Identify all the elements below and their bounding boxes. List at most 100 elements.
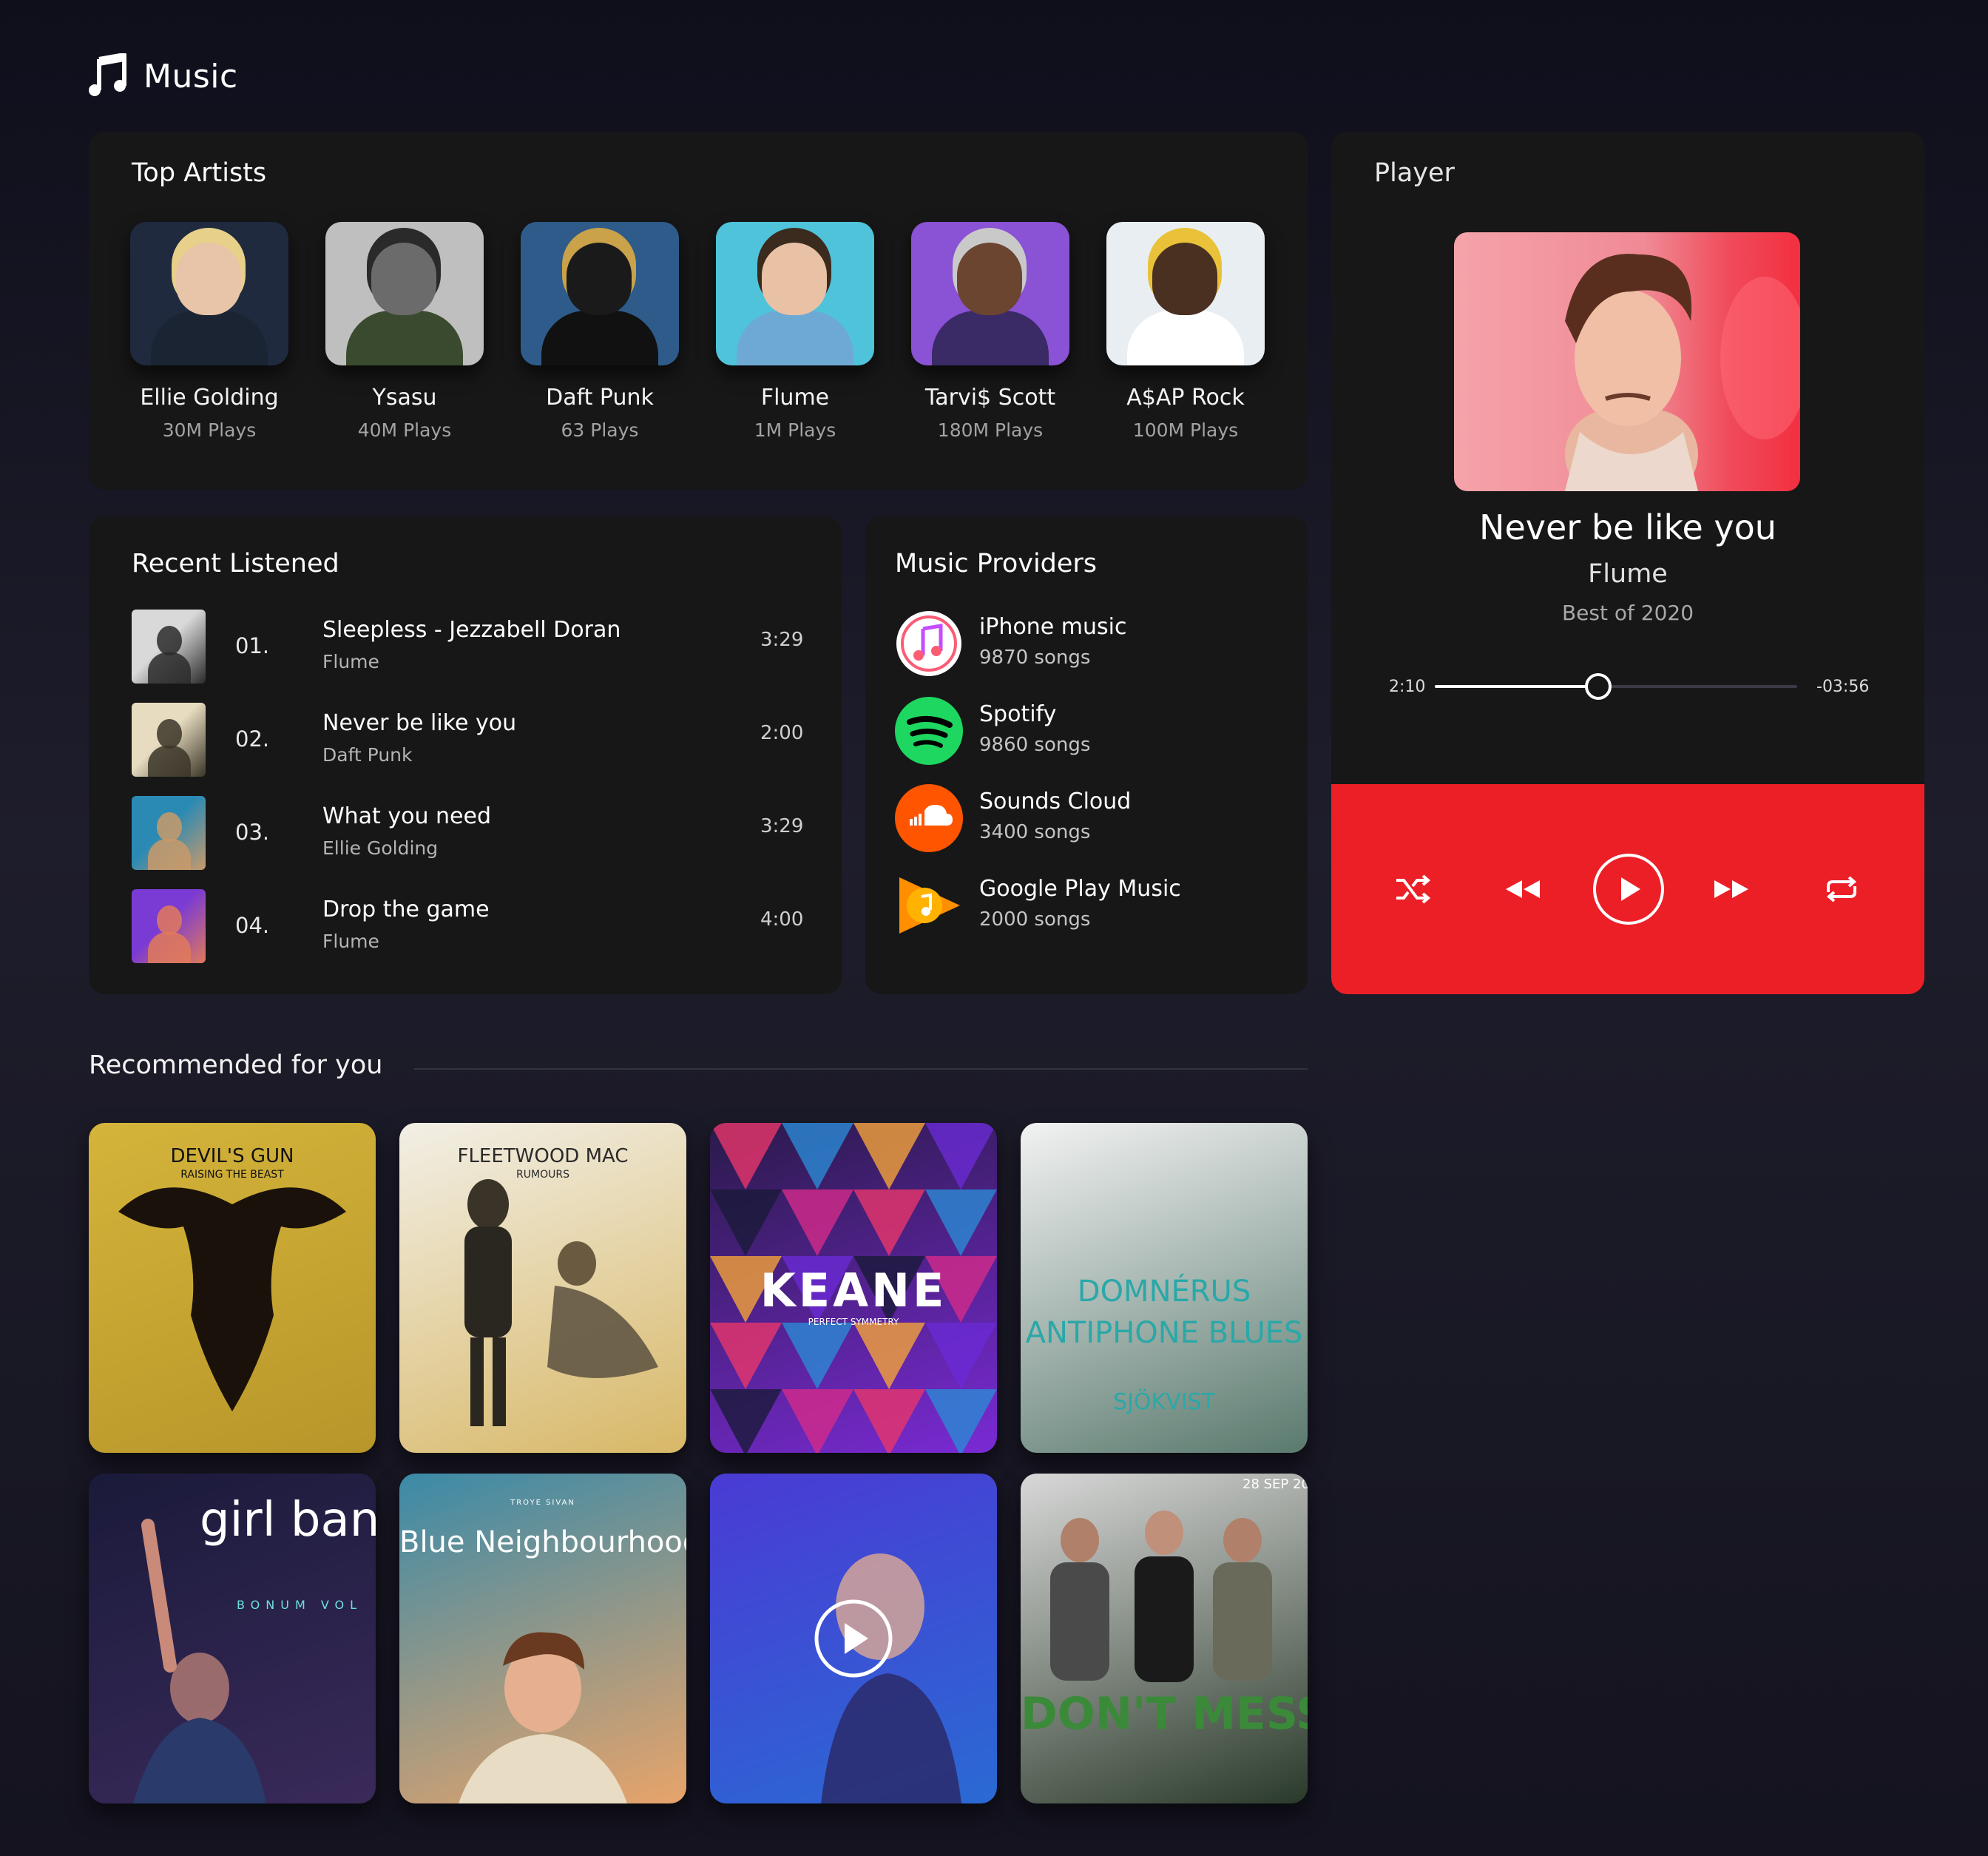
album-card[interactable]: [710, 1474, 997, 1803]
album-title: DON'T MESS: [1021, 1688, 1308, 1740]
artist-card[interactable]: Daft Punk 63 Plays: [521, 222, 679, 441]
artist-plays: 100M Plays: [1132, 419, 1239, 441]
artists-row: Ellie Golding 30M Plays Ysasu 40M Plays Daft…: [130, 222, 1265, 441]
album-card[interactable]: DEVIL'S GUN RAISING THE BEAST: [89, 1123, 376, 1453]
track-number: 01.: [235, 633, 270, 658]
track-number: 03.: [235, 820, 270, 845]
artist-card[interactable]: Flume 1M Plays: [716, 222, 874, 441]
play-button[interactable]: [1593, 854, 1664, 925]
artist-card[interactable]: Ysasu 40M Plays: [325, 222, 484, 441]
player-title: Player: [1374, 158, 1455, 188]
track-artist: Flume: [322, 931, 379, 952]
artist-photo: [325, 222, 484, 365]
recent-listened-card: Recent Listened 01. Sleepless - Jezzabell…: [89, 516, 842, 994]
progress-knob[interactable]: [1584, 673, 1612, 700]
album-subtitle: PERFECT SYMMETRY: [808, 1317, 899, 1327]
shuffle-icon: [1396, 874, 1431, 904]
provider-song-count: 9870 songs: [979, 647, 1091, 669]
album-subtitle: RAISING THE BEAST: [180, 1169, 284, 1181]
artist-card[interactable]: Tarvi$ Scott 180M Plays: [911, 222, 1069, 441]
playback-controls: [1331, 784, 1924, 994]
progress-slider[interactable]: [1435, 673, 1797, 700]
artist-name: Ysasu: [372, 385, 437, 411]
recommended-divider: [414, 1068, 1308, 1070]
track-thumbnail: [132, 796, 206, 870]
artist-name: Flume: [760, 385, 830, 411]
track-duration: 4:00: [760, 908, 804, 931]
provider-name: iPhone music: [979, 614, 1127, 640]
album-card[interactable]: DON'T MESS 28 SEP 2018: [1021, 1474, 1308, 1803]
album-subtitle: SJÖKVIST: [1113, 1389, 1215, 1415]
now-playing-song: Never be like you: [1479, 507, 1776, 547]
track-duration: 3:29: [760, 629, 804, 651]
album-subtitle: BONUM VOL: [236, 1598, 362, 1612]
track-title: Never be like you: [322, 710, 517, 736]
top-artists-card: Top Artists Ellie Golding 30M Plays Ysasu 4…: [89, 132, 1308, 490]
track-number: 02.: [235, 726, 270, 752]
album-card[interactable]: DOMNÉRUS ANTIPHONE BLUES SJÖKVIST: [1021, 1123, 1308, 1453]
track-row[interactable]: 01. Sleepless - Jezzabell Doran Flume 3:29: [132, 608, 812, 685]
track-duration: 2:00: [760, 722, 804, 744]
album-title: KEANE: [760, 1263, 947, 1317]
play-icon: [1621, 877, 1640, 901]
artist-card[interactable]: A$AP Rock 100M Plays: [1106, 222, 1265, 441]
track-number: 04.: [235, 913, 270, 938]
track-row[interactable]: 02. Never be like you Daft Punk 2:00: [132, 701, 812, 778]
album-title: Blue Neighbourhood: [399, 1525, 686, 1559]
album-title: DOMNÉRUS ANTIPHONE BLUES: [1025, 1275, 1303, 1350]
player-card: Player Never be like you Flume Best of 2…: [1331, 132, 1924, 994]
music-providers-title: Music Providers: [895, 549, 1098, 578]
album-subtitle: RUMOURS: [516, 1169, 569, 1181]
artist-photo: [521, 222, 679, 365]
rewind-icon: [1506, 880, 1540, 898]
artist-plays: 1M Plays: [754, 419, 836, 441]
now-playing-cover: [1454, 232, 1800, 491]
track-title: What you need: [322, 803, 491, 829]
track-thumbnail: [132, 610, 206, 684]
provider-row[interactable]: Google Play Music 2000 songs: [895, 871, 1279, 942]
track-row[interactable]: 03. What you need Ellie Golding 3:29: [132, 794, 812, 871]
track-artist: Ellie Golding: [322, 837, 439, 859]
fast-forward-icon: [1714, 880, 1748, 898]
artist-plays: 180M Plays: [937, 419, 1044, 441]
music-providers-card: Music Providers iPhone music 9870 songs Sp…: [865, 516, 1308, 994]
provider-song-count: 9860 songs: [979, 734, 1091, 756]
album-subtitle: TROYE SIVAN: [510, 1499, 575, 1507]
repeat-icon: [1826, 876, 1857, 902]
artist-plays: 63 Plays: [561, 419, 639, 441]
time-remaining: -03:56: [1816, 678, 1870, 696]
album-card[interactable]: KEANE PERFECT SYMMETRY: [710, 1123, 997, 1453]
provider-row[interactable]: Spotify 9860 songs: [895, 697, 1279, 768]
track-duration: 3:29: [760, 815, 804, 837]
rewind-button[interactable]: [1501, 870, 1543, 908]
track-thumbnail: [132, 889, 206, 963]
artist-name: Daft Punk: [546, 385, 654, 411]
google-play-music-icon: [895, 871, 963, 939]
track-artist: Daft Punk: [322, 744, 413, 766]
album-title: DEVIL'S GUN: [170, 1145, 294, 1167]
provider-row[interactable]: Sounds Cloud 3400 songs: [895, 784, 1279, 855]
track-row[interactable]: 04. Drop the game Flume 4:00: [132, 888, 812, 965]
album-subtitle: 28 SEP 2018: [1242, 1477, 1308, 1492]
shuffle-button[interactable]: [1393, 870, 1432, 908]
progress-fill: [1435, 685, 1598, 688]
album-card[interactable]: Blue Neighbourhood TROYE SIVAN: [399, 1474, 686, 1803]
artist-name: Tarvi$ Scott: [924, 385, 1056, 411]
track-title: Sleepless - Jezzabell Doran: [322, 617, 621, 643]
album-card[interactable]: FLEETWOOD MAC RUMOURS: [399, 1123, 686, 1453]
provider-song-count: 2000 songs: [979, 908, 1091, 931]
provider-name: Google Play Music: [979, 876, 1181, 902]
repeat-button[interactable]: [1822, 870, 1861, 908]
track-thumbnail: [132, 703, 206, 777]
now-playing-artist: Flume: [1588, 559, 1668, 589]
artist-card[interactable]: Ellie Golding 30M Plays: [130, 222, 288, 441]
artist-plays: 30M Plays: [162, 419, 257, 441]
artist-photo: [1106, 222, 1265, 365]
album-card[interactable]: girl band BONUM VOL: [89, 1474, 376, 1803]
artist-photo: [911, 222, 1069, 365]
track-artist: Flume: [322, 651, 379, 672]
recent-listened-title: Recent Listened: [132, 549, 339, 578]
fast-forward-button[interactable]: [1711, 870, 1753, 908]
provider-song-count: 3400 songs: [979, 821, 1091, 843]
provider-row[interactable]: iPhone music 9870 songs: [895, 610, 1279, 681]
